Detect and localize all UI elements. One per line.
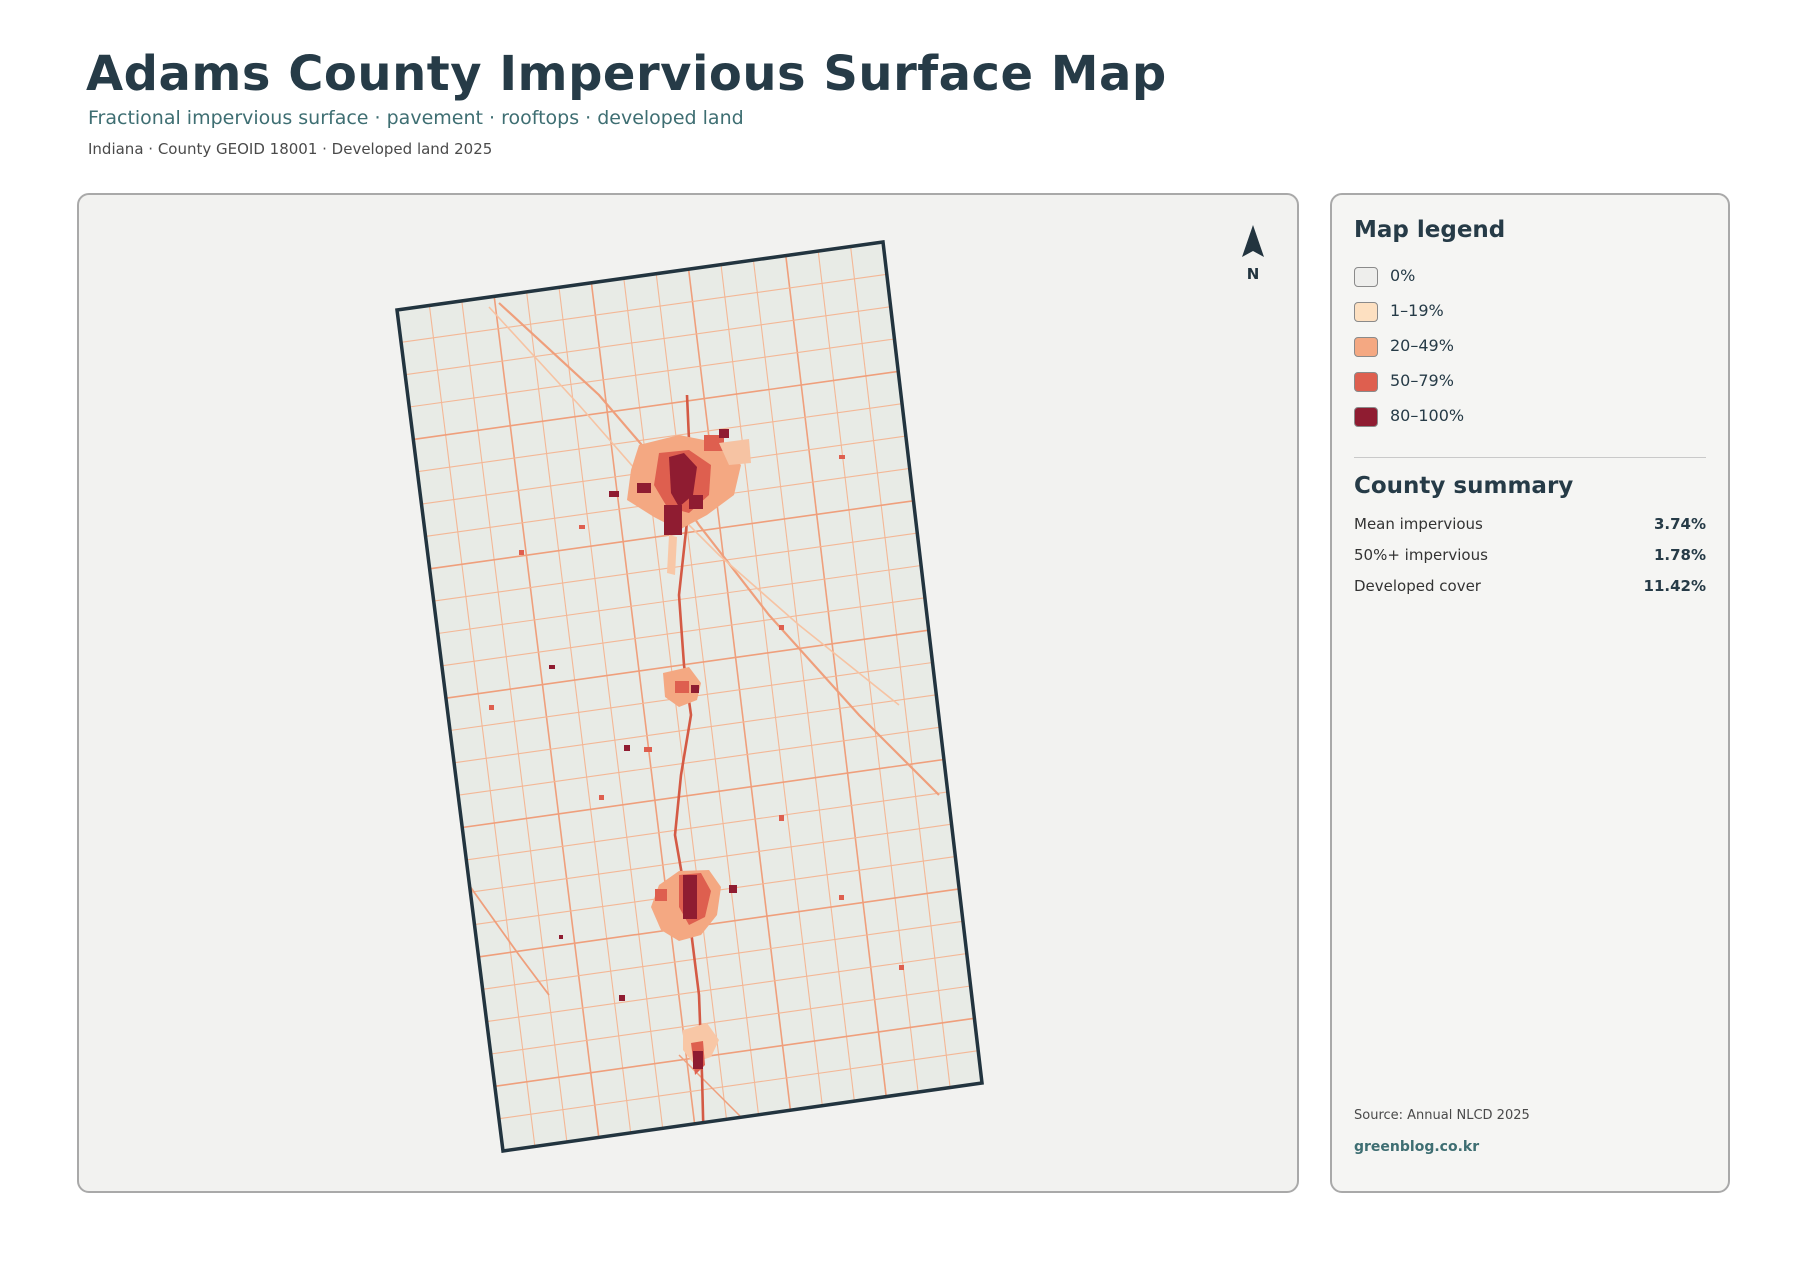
legend-item: 80–100% [1354, 405, 1464, 440]
legend-swatch [1354, 407, 1378, 427]
north-arrow-icon [1242, 225, 1264, 257]
legend-label: 20–49% [1390, 336, 1454, 355]
stat-label: 50%+ impervious [1354, 546, 1488, 564]
legend-item: 50–79% [1354, 370, 1464, 405]
legend-swatch [1354, 372, 1378, 392]
map-panel[interactable]: N [77, 193, 1299, 1193]
legend-list: 0% 1–19% 20–49% 50–79% 80–100% [1354, 265, 1464, 440]
stat-value: 11.42% [1643, 577, 1706, 595]
panel-divider [1354, 457, 1706, 458]
side-panel: Map legend 0% 1–19% 20–49% 50–79% 80–100… [1330, 193, 1730, 1193]
legend-title: Map legend [1354, 217, 1506, 243]
stat-label: Mean impervious [1354, 515, 1483, 533]
stat-row: 50%+ impervious 1.78% [1354, 546, 1706, 577]
legend-label: 0% [1390, 266, 1416, 285]
stat-value: 1.78% [1653, 546, 1706, 564]
stat-row: Developed cover 11.42% [1354, 577, 1706, 608]
legend-item: 20–49% [1354, 335, 1464, 370]
north-label: N [1247, 265, 1260, 283]
summary-stats: Mean impervious 3.74% 50%+ impervious 1.… [1354, 515, 1706, 608]
page-subtitle: Fractional impervious surface · pavement… [88, 107, 744, 129]
legend-swatch [1354, 302, 1378, 322]
legend-label: 50–79% [1390, 371, 1454, 390]
legend-label: 80–100% [1390, 406, 1465, 425]
county-map[interactable]: N [79, 195, 1297, 1191]
legend-swatch [1354, 337, 1378, 357]
page-title: Adams County Impervious Surface Map [86, 46, 1167, 102]
summary-title: County summary [1354, 473, 1574, 499]
legend-label: 1–19% [1390, 301, 1444, 320]
legend-swatch [1354, 267, 1378, 287]
page-meta: Indiana · County GEOID 18001 · Developed… [88, 140, 493, 158]
north-arrow: N [1242, 225, 1264, 283]
map-page: Adams County Impervious Surface Map Frac… [0, 0, 1800, 1273]
stat-label: Developed cover [1354, 577, 1481, 595]
credit-link[interactable]: greenblog.co.kr [1354, 1139, 1479, 1155]
stat-value: 3.74% [1653, 515, 1706, 533]
source-note: Source: Annual NLCD 2025 [1354, 1108, 1530, 1123]
legend-item: 0% [1354, 265, 1464, 300]
stat-row: Mean impervious 3.74% [1354, 515, 1706, 546]
legend-item: 1–19% [1354, 300, 1464, 335]
